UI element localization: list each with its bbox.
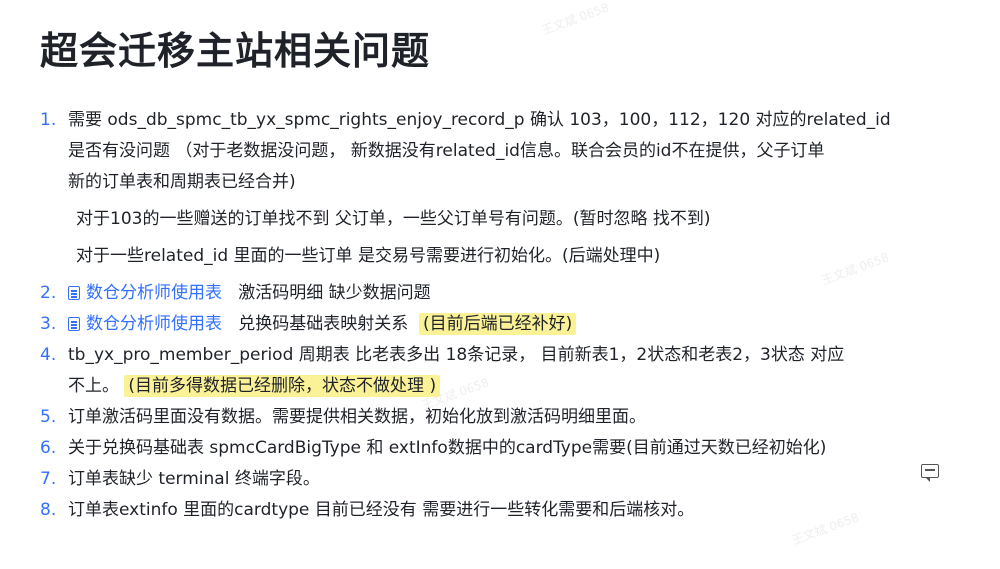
list-item-content: 数仓分析师使用表 兑换码基础表映射关系 (目前后端已经补好) <box>68 309 898 340</box>
list-number: 2. <box>40 283 57 303</box>
doc-icon <box>68 286 80 300</box>
list-item: 5. 订单激活码里面没有数据。需要提供相关数据，初始化放到激活码明细里面。 <box>0 402 1000 433</box>
text-line: 新的订单表和周期表已经合并) <box>68 172 296 192</box>
list-number: 8. <box>40 500 57 520</box>
highlighted-note: (目前多得数据已经删除，状态不做处理 ) <box>124 375 441 397</box>
list-item: 2. 数仓分析师使用表 激活码明细 缺少数据问题 <box>0 278 1000 309</box>
doc-icon <box>68 317 80 331</box>
item-text: 订单激活码里面没有数据。需要提供相关数据，初始化放到激活码明细里面。 <box>68 407 646 427</box>
doc-link[interactable]: 数仓分析师使用表 <box>68 314 222 334</box>
list-item: 4. tb_yx_pro_member_period 周期表 比老表多出 18条… <box>0 340 1000 402</box>
watermark: 王文斌 0658 <box>539 0 611 38</box>
issue-list: 1. 需要 ods_db_spmc_tb_yx_spmc_rights_enjo… <box>0 105 1000 526</box>
text-line: 不上。 (目前多得数据已经删除，状态不做处理 ) <box>68 371 898 402</box>
comment-icon[interactable] <box>921 464 939 482</box>
item-text: 订单表extinfo 里面的cardtype 目前已经没有 需要进行一些转化需要… <box>68 500 695 520</box>
list-number: 1. <box>40 110 57 130</box>
item-text: 兑换码基础表映射关系 <box>238 314 409 334</box>
doc-link[interactable]: 数仓分析师使用表 <box>68 283 222 303</box>
highlighted-note: (目前后端已经补好) <box>419 313 577 335</box>
list-number: 6. <box>40 438 57 458</box>
list-item: 1. 需要 ods_db_spmc_tb_yx_spmc_rights_enjo… <box>0 105 1000 198</box>
list-item: 6. 关于兑换码基础表 spmcCardBigType 和 extInfo数据中… <box>0 433 1000 464</box>
item-text: 激活码明细 缺少数据问题 <box>238 283 431 303</box>
text-line: tb_yx_pro_member_period 周期表 比老表多出 18条记录，… <box>68 345 845 365</box>
sub-paragraph: 对于103的一些赠送的订单找不到 父订单，一些父订单号有问题。(暂时忽略 找不到… <box>76 209 711 229</box>
document-page: 王文斌 0658 王文斌 0658 王文斌 0658 王文斌 0658 超会迁移… <box>0 0 1000 569</box>
item-text: 订单表缺少 terminal 终端字段。 <box>68 469 320 489</box>
list-item-content: 数仓分析师使用表 激活码明细 缺少数据问题 <box>68 278 898 309</box>
item-text: 关于兑换码基础表 spmcCardBigType 和 extInfo数据中的ca… <box>68 438 827 458</box>
list-item: 3. 数仓分析师使用表 兑换码基础表映射关系 (目前后端已经补好) <box>0 309 1000 340</box>
page-title: 超会迁移主站相关问题 <box>40 29 431 73</box>
list-number: 7. <box>40 469 57 489</box>
list-number: 5. <box>40 407 57 427</box>
list-item: 7. 订单表缺少 terminal 终端字段。 <box>0 464 1000 495</box>
list-item: 8. 订单表extinfo 里面的cardtype 目前已经没有 需要进行一些转… <box>0 495 1000 526</box>
list-item-content: tb_yx_pro_member_period 周期表 比老表多出 18条记录，… <box>68 340 898 402</box>
list-number: 3. <box>40 314 57 334</box>
doc-link-label: 数仓分析师使用表 <box>86 314 222 334</box>
sub-paragraph: 对于一些related_id 里面的一些订单 是交易号需要进行初始化。(后端处理… <box>76 246 661 266</box>
item-text: 不上。 <box>68 376 119 396</box>
doc-link-label: 数仓分析师使用表 <box>86 283 222 303</box>
text-line: 需要 ods_db_spmc_tb_yx_spmc_rights_enjoy_r… <box>68 110 891 130</box>
list-number: 4. <box>40 345 57 365</box>
list-item-content: 需要 ods_db_spmc_tb_yx_spmc_rights_enjoy_r… <box>68 105 898 198</box>
text-line: 是否有没问题 （对于老数据没问题， 新数据没有related_id信息。联合会员… <box>68 141 825 161</box>
